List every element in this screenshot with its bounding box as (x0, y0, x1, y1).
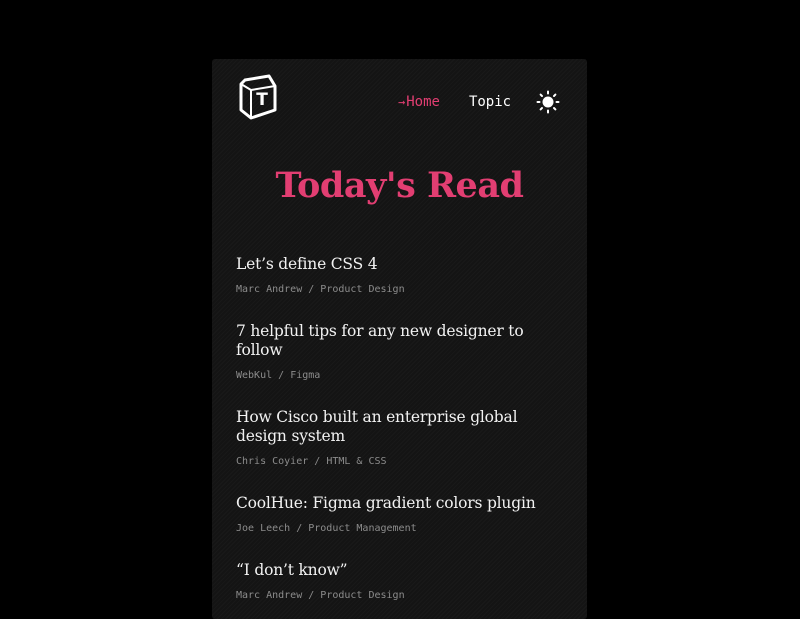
article-author: Chris Coyier (236, 456, 309, 467)
article-author: WebKul (236, 370, 273, 381)
article-title[interactable]: 7 helpful tips for any new designer to f… (236, 322, 567, 360)
nav-home-link[interactable]: → Home (398, 94, 440, 110)
article-category[interactable]: Product Design (320, 284, 404, 295)
article-item[interactable]: 7 helpful tips for any new designer to f… (236, 322, 567, 383)
reading-card: T → Home Topic Today's Read Let’s define… (212, 59, 587, 619)
meta-separator: / (302, 590, 321, 601)
nav-topic-link[interactable]: Topic (469, 94, 511, 110)
article-category[interactable]: Figma (290, 370, 320, 381)
meta-separator: / (272, 370, 291, 381)
t-hexagon-logo[interactable]: T (237, 74, 279, 122)
article-meta: Joe Leech / Product Management (236, 522, 567, 536)
article-item[interactable]: Let’s define CSS 4 Marc Andrew / Product… (236, 255, 567, 297)
main-nav: → Home Topic (398, 90, 560, 114)
article-title[interactable]: “I don’t know” (236, 561, 567, 580)
article-meta: Chris Coyier / HTML & CSS (236, 455, 567, 469)
article-author: Marc Andrew (236, 284, 303, 295)
arrow-right-icon: → (398, 95, 406, 109)
article-meta: Marc Andrew / Product Design (236, 589, 567, 603)
article-meta: WebKul / Figma (236, 369, 567, 383)
meta-separator: / (302, 284, 321, 295)
page-title: Today's Read (275, 165, 524, 206)
article-item[interactable]: CoolHue: Figma gradient colors plugin Jo… (236, 494, 567, 536)
article-author: Marc Andrew (236, 590, 303, 601)
article-category[interactable]: Product Design (320, 590, 404, 601)
article-category[interactable]: Product Management (308, 523, 416, 534)
nav-home-label: Home (406, 94, 440, 110)
article-author: Joe Leech (236, 523, 291, 534)
meta-separator: / (290, 523, 309, 534)
article-item[interactable]: “I don’t know” Marc Andrew / Product Des… (236, 561, 567, 603)
article-item[interactable]: How Cisco built an enterprise global des… (236, 408, 567, 469)
article-title[interactable]: CoolHue: Figma gradient colors plugin (236, 494, 567, 513)
svg-text:T: T (256, 90, 268, 110)
meta-separator: / (308, 456, 327, 467)
sun-icon[interactable] (536, 90, 560, 114)
article-meta: Marc Andrew / Product Design (236, 283, 567, 297)
article-title[interactable]: How Cisco built an enterprise global des… (236, 408, 567, 446)
article-list: Let’s define CSS 4 Marc Andrew / Product… (236, 255, 567, 619)
article-title[interactable]: Let’s define CSS 4 (236, 255, 567, 274)
article-category[interactable]: HTML & CSS (326, 456, 386, 467)
